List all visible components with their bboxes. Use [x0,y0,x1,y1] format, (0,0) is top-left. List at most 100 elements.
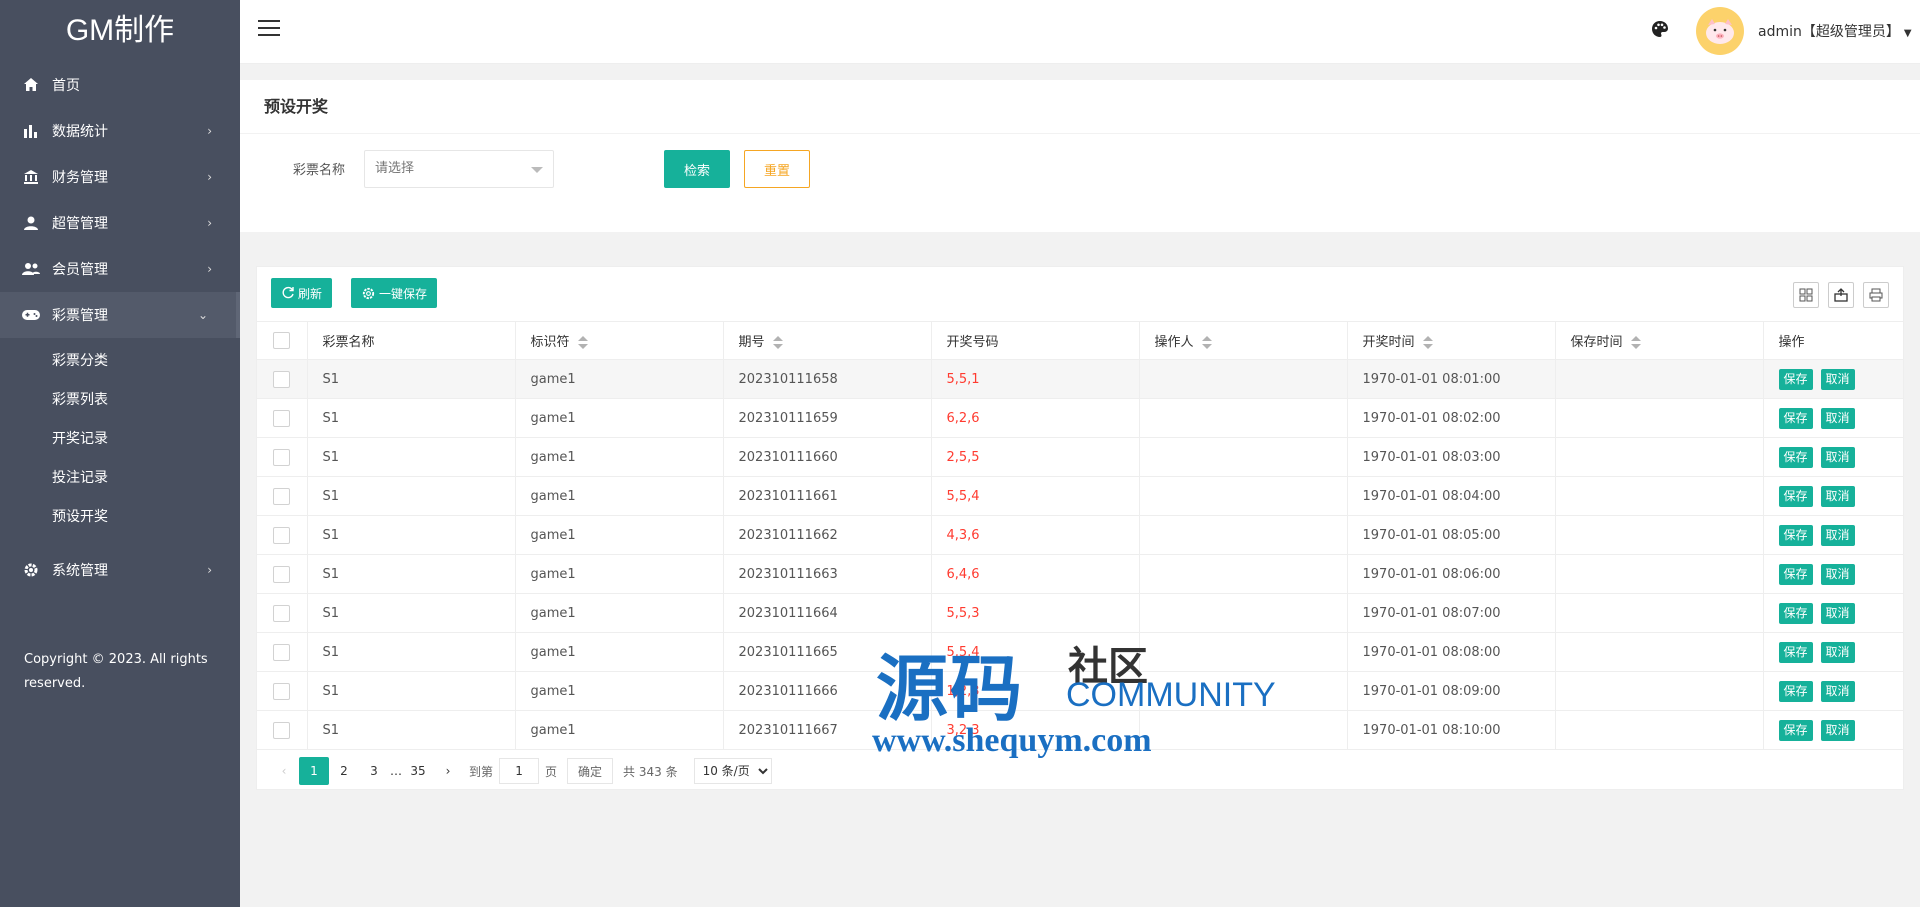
row-save-button[interactable]: 保存 [1778,407,1813,429]
sidebar-item-stats[interactable]: 数据统计 › [0,108,240,154]
cell-draw-numbers[interactable]: 3,2,3 [931,710,1140,750]
table-row[interactable]: S1 game1 202310111659 6,2,6 1970-01-01 08:02… [257,398,1903,438]
row-cancel-button[interactable]: 取消 [1820,602,1855,624]
users-icon [22,260,40,278]
submenu-item-lottery-category[interactable]: 彩票分类 [0,342,240,381]
row-cancel-button[interactable]: 取消 [1820,485,1855,507]
menu-toggle-icon[interactable] [258,20,280,40]
page-1[interactable]: 1 [299,757,329,785]
row-checkbox[interactable] [273,682,291,700]
row-save-button[interactable]: 保存 [1778,641,1813,663]
cell-draw-numbers[interactable]: 4,3,6 [931,515,1140,555]
cell-draw-numbers[interactable]: 1,2,3 [931,671,1140,711]
row-checkbox[interactable] [273,370,291,388]
sidebar-item-superadmin[interactable]: 超管管理 › [0,200,240,246]
row-cancel-button[interactable]: 取消 [1820,524,1855,546]
row-save-button[interactable]: 保存 [1778,524,1813,546]
row-checkbox[interactable] [273,565,291,583]
table-row[interactable]: S1 game1 202310111663 6,4,6 1970-01-01 08:06… [257,554,1903,594]
cell-identifier: game1 [515,593,724,633]
palette-icon[interactable] [1651,20,1673,42]
goto-page-input[interactable] [499,758,540,784]
search-button[interactable]: 检索 [664,150,730,188]
prev-page-icon[interactable]: ‹ [269,757,299,785]
row-checkbox[interactable] [273,643,291,661]
table-row[interactable]: S1 game1 202310111658 5,5,1 1970-01-01 08:01… [257,359,1903,399]
table-row[interactable]: S1 game1 202310111667 3,2,3 1970-01-01 08:10… [257,710,1903,750]
row-cancel-button[interactable]: 取消 [1820,446,1855,468]
table-row[interactable]: S1 game1 202310111666 1,2,3 1970-01-01 08:09… [257,671,1903,711]
cell-lottery-name: S1 [307,632,516,672]
page-2[interactable]: 2 [329,757,359,785]
submenu-item-preset-draw[interactable]: 预设开奖 [0,498,240,537]
cell-draw-numbers[interactable]: 5,5,3 [931,593,1140,633]
sort-icon[interactable] [1201,335,1212,350]
row-save-button[interactable]: 保存 [1778,446,1813,468]
avatar[interactable] [1696,7,1744,55]
col-draw-time[interactable]: 开奖时间 [1347,321,1556,360]
submenu-item-lottery-list[interactable]: 彩票列表 [0,381,240,420]
sidebar-item-finance[interactable]: 财务管理 › [0,154,240,200]
row-cancel-button[interactable]: 取消 [1820,368,1855,390]
row-save-button[interactable]: 保存 [1778,485,1813,507]
save-all-button[interactable]: 一键保存 [351,278,438,308]
cell-draw-numbers[interactable]: 5,5,4 [931,476,1140,516]
table-row[interactable]: S1 game1 202310111661 5,5,4 1970-01-01 08:04… [257,476,1903,516]
sort-icon[interactable] [1630,335,1641,350]
page-size-select[interactable]: 10 条/页 [693,758,772,784]
submenu-item-draw-records[interactable]: 开奖记录 [0,420,240,459]
row-cancel-button[interactable]: 取消 [1820,407,1855,429]
table-row[interactable]: S1 game1 202310111665 5,5,4 1970-01-01 08:08… [257,632,1903,672]
sort-icon[interactable] [577,335,588,350]
col-save-time[interactable]: 保存时间 [1555,321,1764,360]
table-row[interactable]: S1 game1 202310111664 5,5,3 1970-01-01 08:07… [257,593,1903,633]
sidebar-item-home[interactable]: 首页 [0,62,240,108]
row-save-button[interactable]: 保存 [1778,602,1813,624]
cell-draw-numbers[interactable]: 6,2,6 [931,398,1140,438]
row-checkbox[interactable] [273,604,291,622]
sidebar-item-lottery[interactable]: 彩票管理 ⌄ [0,292,240,338]
row-checkbox[interactable] [273,409,291,427]
lottery-name-select[interactable]: 请选择 [364,150,554,188]
cell-lottery-name: S1 [307,515,516,555]
cell-draw-numbers[interactable]: 5,5,1 [931,359,1140,399]
reset-button[interactable]: 重置 [744,150,810,188]
row-cancel-button[interactable]: 取消 [1820,680,1855,702]
page-3[interactable]: 3 [359,757,389,785]
table-row[interactable]: S1 game1 202310111662 4,3,6 1970-01-01 08:05… [257,515,1903,555]
cell-draw-numbers[interactable]: 5,5,4 [931,632,1140,672]
row-checkbox[interactable] [273,526,291,544]
row-save-button[interactable]: 保存 [1778,563,1813,585]
row-checkbox[interactable] [273,448,291,466]
columns-filter-icon[interactable] [1793,282,1819,308]
row-save-button[interactable]: 保存 [1778,368,1813,390]
select-all-checkbox[interactable] [273,332,291,349]
submenu-item-bet-records[interactable]: 投注记录 [0,459,240,498]
col-period[interactable]: 期号 [723,321,932,360]
export-icon[interactable] [1828,282,1854,308]
page-35[interactable]: 35 [403,757,433,785]
table-row[interactable]: S1 game1 202310111660 2,5,5 1970-01-01 08:03… [257,437,1903,477]
sidebar-item-members[interactable]: 会员管理 › [0,246,240,292]
row-checkbox[interactable] [273,487,291,505]
cell-actions: 保存 取消 [1763,554,1903,594]
row-cancel-button[interactable]: 取消 [1820,563,1855,585]
goto-confirm-button[interactable]: 确定 [567,758,614,784]
cell-draw-numbers[interactable]: 2,5,5 [931,437,1140,477]
refresh-button[interactable]: 刷新 [271,278,333,308]
row-save-button[interactable]: 保存 [1778,719,1813,741]
search-panel: 预设开奖 彩票名称 请选择 检索 重置 [240,80,1920,232]
print-icon[interactable] [1863,282,1889,308]
sidebar-item-system[interactable]: 系统管理 › [0,547,240,593]
cell-draw-numbers[interactable]: 6,4,6 [931,554,1140,594]
user-menu[interactable]: admin【超级管理员】 ▼ [1758,21,1912,41]
col-identifier[interactable]: 标识符 [515,321,724,360]
sort-icon[interactable] [1422,335,1433,350]
col-operator[interactable]: 操作人 [1139,321,1348,360]
row-save-button[interactable]: 保存 [1778,680,1813,702]
row-checkbox[interactable] [273,721,291,739]
next-page-icon[interactable]: › [433,757,463,785]
row-cancel-button[interactable]: 取消 [1820,641,1855,663]
sort-icon[interactable] [772,335,783,350]
row-cancel-button[interactable]: 取消 [1820,719,1855,741]
